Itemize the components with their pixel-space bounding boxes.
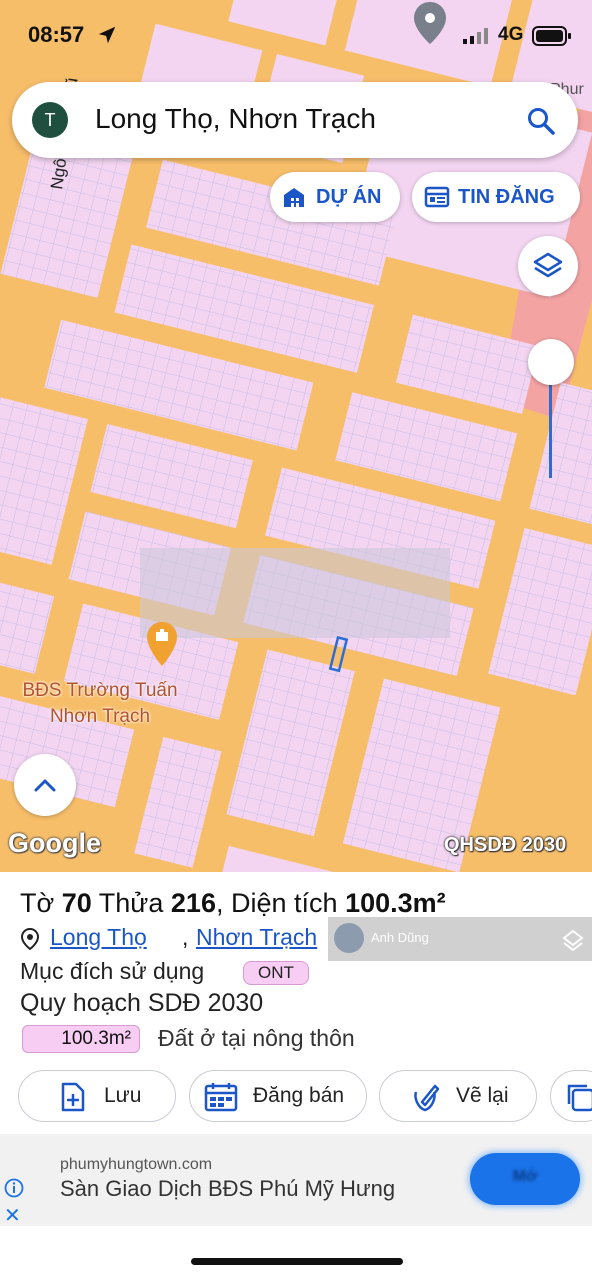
ad-title[interactable]: Sàn Giao Dịch BĐS Phú Mỹ Hưng: [60, 1176, 395, 1202]
watermark-card: Anh Dũng: [328, 917, 592, 961]
save-button-label: Lưu: [104, 1084, 142, 1107]
watermark-name: Anh Dũng: [371, 930, 429, 945]
sheet-prefix: Tờ: [20, 888, 55, 918]
home-indicator[interactable]: [191, 1258, 403, 1265]
signal-icon: [463, 28, 488, 44]
location-arrow-icon: [98, 26, 116, 44]
ad-cta-button[interactable]: Mở: [470, 1153, 580, 1205]
sheet-number: 70: [61, 888, 92, 918]
area-value: 100.3m²: [345, 888, 446, 918]
purpose-code-badge: ONT: [243, 961, 309, 985]
map-pin-icon: [20, 928, 40, 950]
land-type: Đất ở tại nông thôn: [158, 1025, 355, 1051]
draw-pen-icon: [414, 1084, 440, 1112]
status-bar: 08:57 4G: [0, 0, 592, 72]
search-bar[interactable]: T Long Thọ, Nhơn Trạch: [12, 82, 578, 158]
zoom-slider-handle[interactable]: [528, 339, 574, 385]
post-sale-button[interactable]: Đăng bán: [189, 1070, 367, 1122]
file-add-icon: [61, 1082, 85, 1112]
building-icon: [284, 188, 304, 207]
district-link[interactable]: Nhơn Trạch: [196, 924, 317, 951]
search-icon[interactable]: [526, 106, 556, 136]
ward-link[interactable]: Long Thọ: [50, 924, 147, 951]
google-logo: Google: [8, 828, 101, 858]
battery-icon: [532, 26, 571, 46]
plan-area-badge: 100.3m²: [22, 1025, 140, 1053]
expand-up-button[interactable]: [14, 754, 76, 816]
ad-info-icon[interactable]: [4, 1178, 24, 1198]
listing-chip-label: TIN ĐĂNG: [458, 186, 555, 208]
chevron-up-icon: [34, 779, 56, 792]
search-query[interactable]: Long Thọ, Nhơn Trạch: [95, 103, 376, 135]
project-chip[interactable]: DỰ ÁN: [270, 172, 400, 222]
redraw-button[interactable]: Vẽ lại: [379, 1070, 537, 1122]
ad-close-icon[interactable]: ✕: [4, 1203, 21, 1228]
ad-domain[interactable]: phumyhungtown.com: [60, 1156, 212, 1174]
save-button[interactable]: Lưu: [18, 1070, 176, 1122]
copy-icon: [567, 1084, 592, 1112]
watermark-avatar: [334, 923, 364, 953]
plot-number: 216: [170, 888, 216, 918]
location-separator: ,: [182, 924, 189, 950]
purpose-label: Mục đích sử dụng: [20, 958, 205, 984]
layers-button[interactable]: [518, 236, 578, 296]
listing-chip[interactable]: TIN ĐĂNG: [412, 172, 580, 222]
redraw-button-label: Vẽ lại: [456, 1084, 509, 1107]
place-pin-icon[interactable]: [144, 620, 180, 668]
plan-label: Quy hoạch SDĐ 2030: [20, 989, 264, 1017]
project-chip-label: DỰ ÁN: [316, 186, 382, 208]
user-avatar[interactable]: T: [32, 102, 68, 138]
calendar-icon: [204, 1083, 238, 1112]
plot-label: Thửa: [98, 888, 164, 918]
map-view[interactable]: Ngô Quyền Cũ Phur 08:57 4G T Long Thọ, N…: [0, 0, 592, 872]
post-sale-button-label: Đăng bán: [253, 1084, 345, 1107]
place-label[interactable]: BĐS Trường Tuấn Nhơn Trạch: [10, 678, 190, 730]
area-label: Diện tích: [231, 888, 338, 918]
watermark-logo-icon: [562, 929, 584, 951]
plan-tag: QHSDĐ 2030: [444, 834, 567, 856]
network-type: 4G: [498, 24, 524, 45]
listing-icon: [424, 186, 450, 208]
layers-icon: [533, 252, 563, 278]
parcel-title: Tờ 70 Thửa 216, Diện tích 100.3m²: [20, 888, 446, 918]
ad-cta-label: Mở: [512, 1168, 538, 1185]
status-time: 08:57: [28, 22, 85, 47]
